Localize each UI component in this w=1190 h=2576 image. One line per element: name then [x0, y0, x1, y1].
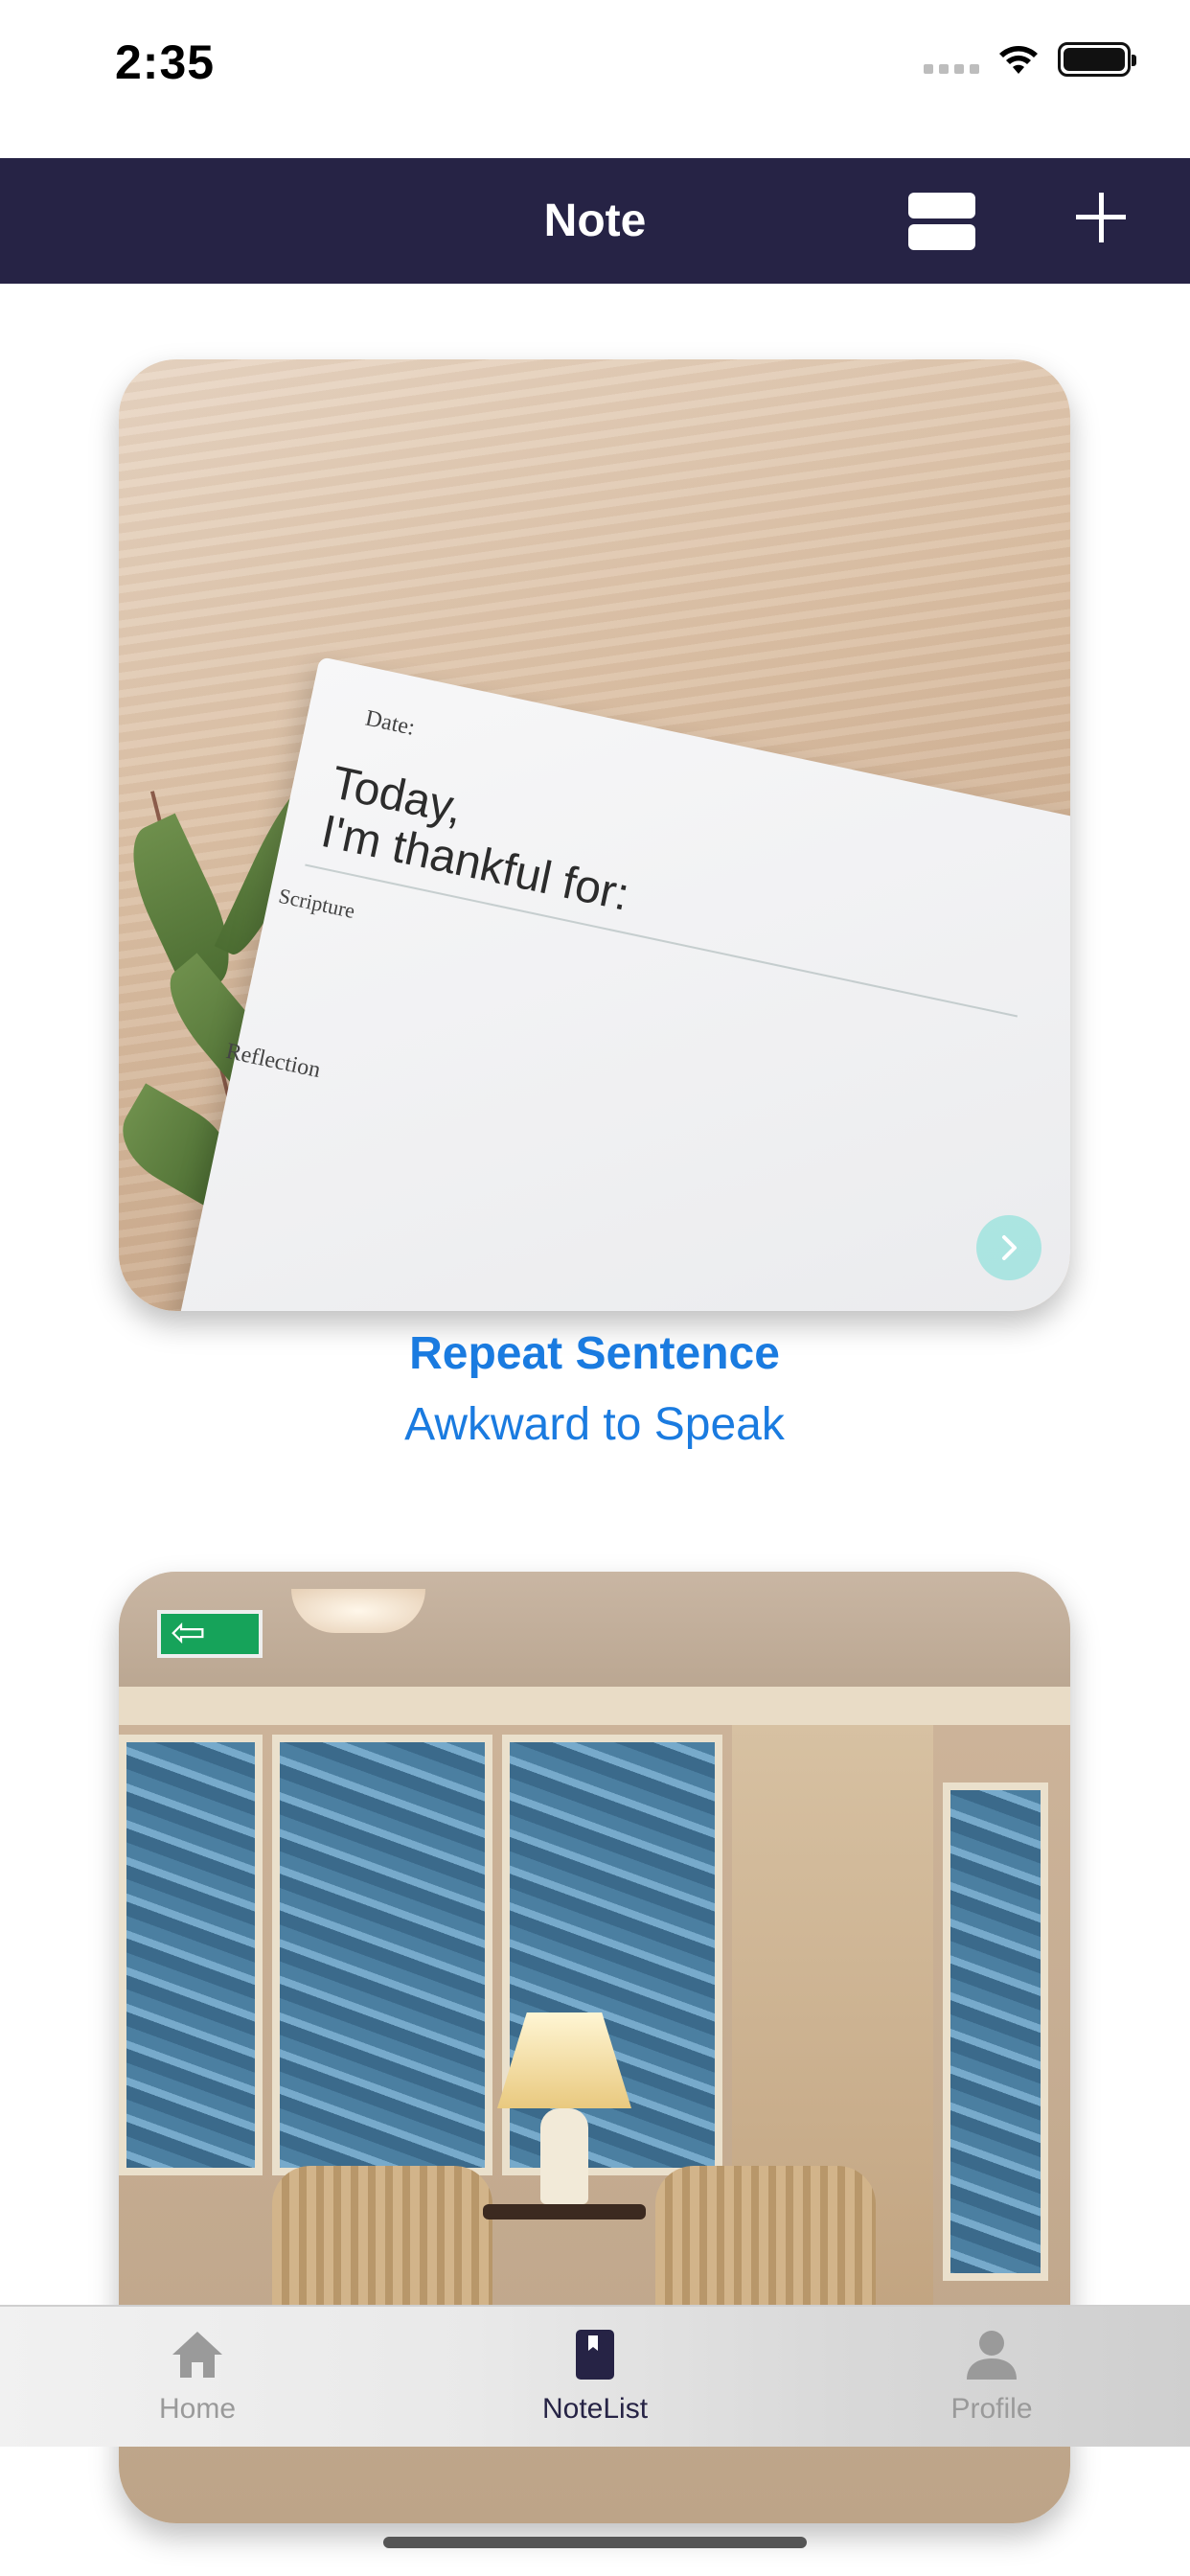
note-cover-image[interactable]: Date: Today, I'm thankful for: Scripture…	[119, 359, 1070, 1311]
lamp-base	[540, 2108, 588, 2204]
open-note-button[interactable]	[976, 1215, 1041, 1280]
wifi-icon	[999, 46, 1038, 74]
note-subtitle: Awkward to Speak	[404, 1399, 785, 1450]
home-icon	[172, 2332, 222, 2378]
page-title: Note	[543, 196, 647, 246]
note-title[interactable]: Repeat Sentence	[119, 1327, 1070, 1380]
status-time: 2:35	[115, 35, 216, 89]
layout-toggle-button[interactable]	[908, 193, 979, 252]
journal-date-label: Date:	[362, 705, 418, 741]
add-note-button[interactable]	[1071, 187, 1131, 246]
book-icon	[576, 2330, 614, 2380]
tab-bar: Home NoteList Profile	[0, 2305, 1190, 2447]
armchair	[655, 2166, 876, 2319]
note-card[interactable]: Date: Today, I'm thankful for: Scripture…	[119, 359, 1070, 1450]
battery-icon	[1058, 42, 1136, 77]
cellular-signal-icon	[924, 45, 979, 74]
person-icon	[967, 2331, 1017, 2380]
tab-label: NoteList	[541, 2393, 649, 2425]
navigation-bar: Note	[0, 158, 1190, 284]
journal-heading: Today, I'm thankful for:	[316, 757, 634, 921]
side-table	[483, 2204, 646, 2220]
tab-notelist[interactable]: NoteList	[470, 2328, 720, 2426]
tab-home[interactable]: Home	[73, 2328, 322, 2426]
tab-label: Home	[158, 2393, 237, 2425]
chevron-right-icon	[1002, 1235, 1017, 1260]
armchair	[272, 2166, 492, 2319]
home-indicator[interactable]	[383, 2537, 807, 2548]
exit-sign-icon	[157, 1608, 263, 1658]
status-bar: 2:35	[0, 0, 1190, 158]
journal-reflection-label: Reflection	[223, 1038, 323, 1084]
view-list-icon	[908, 193, 975, 218]
status-icons	[924, 42, 1136, 77]
tab-profile[interactable]: Profile	[867, 2328, 1116, 2426]
tab-label: Profile	[950, 2393, 1033, 2425]
journal-scripture-label: Scripture	[276, 883, 357, 924]
